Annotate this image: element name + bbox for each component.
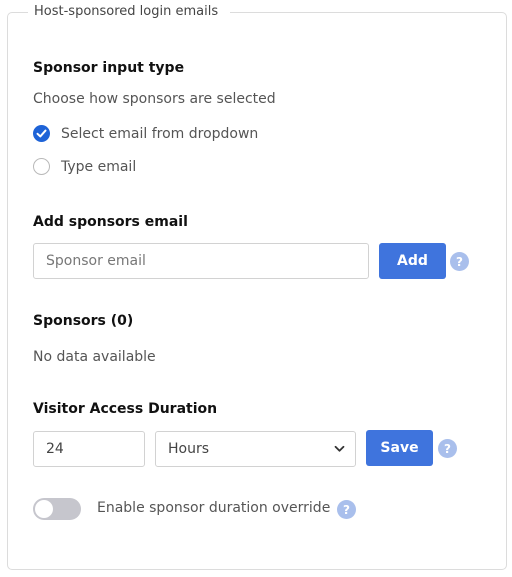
toggle-knob bbox=[35, 500, 53, 518]
fieldset-legend: Host-sponsored login emails bbox=[28, 4, 231, 19]
radio-option-label: Select email from dropdown bbox=[61, 125, 259, 142]
check-icon bbox=[36, 129, 47, 138]
help-icon[interactable]: ? bbox=[438, 439, 457, 458]
access-duration-heading: Visitor Access Duration bbox=[33, 401, 218, 417]
sponsor-override-label: Enable sponsor duration override bbox=[97, 500, 331, 516]
sponsor-override-toggle[interactable] bbox=[33, 498, 81, 520]
help-icon[interactable]: ? bbox=[450, 252, 469, 271]
sponsor-input-type-description: Choose how sponsors are selected bbox=[33, 91, 276, 107]
save-duration-button[interactable]: Save bbox=[366, 430, 433, 466]
duration-value-input[interactable] bbox=[33, 431, 145, 467]
duration-unit-select[interactable]: Hours bbox=[155, 431, 356, 467]
radio-unchecked[interactable] bbox=[33, 158, 50, 175]
radio-checked[interactable] bbox=[33, 125, 50, 142]
add-sponsors-heading: Add sponsors email bbox=[33, 214, 188, 230]
sponsor-email-input[interactable] bbox=[33, 243, 369, 279]
radio-option-label: Type email bbox=[61, 158, 137, 175]
duration-unit-value: Hours bbox=[168, 441, 210, 457]
sponsors-heading: Sponsors (0) bbox=[33, 313, 134, 329]
radio-option-dropdown[interactable]: Select email from dropdown bbox=[33, 125, 258, 142]
chevron-down-icon bbox=[334, 445, 345, 452]
help-icon[interactable]: ? bbox=[337, 500, 356, 519]
radio-option-type-email[interactable]: Type email bbox=[33, 158, 136, 175]
add-sponsor-button[interactable]: Add bbox=[379, 243, 446, 279]
sponsors-empty-text: No data available bbox=[33, 349, 156, 365]
sponsor-input-type-heading: Sponsor input type bbox=[33, 60, 185, 76]
